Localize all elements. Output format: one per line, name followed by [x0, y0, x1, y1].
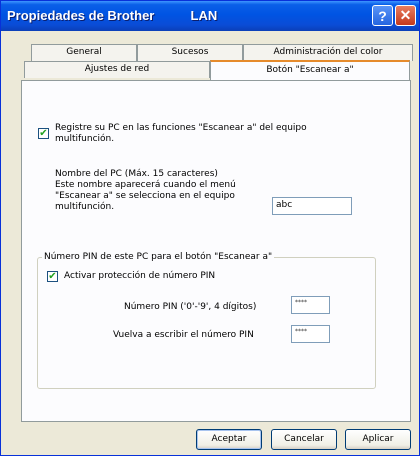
pin-repeat-label: Vuelva a escribir el número PIN	[113, 330, 254, 340]
help-button[interactable]: ?	[372, 5, 393, 26]
title-bar[interactable]: Propiedades de Brother LAN ? ✕	[1, 1, 419, 31]
apply-button[interactable]: Aplicar	[345, 429, 411, 450]
window-title: Propiedades de Brother LAN	[7, 8, 218, 23]
pc-name-label-line4: multifunción.	[55, 202, 115, 212]
pin-protection-label: Activar protección de número PIN	[64, 271, 216, 281]
tab-scan-to-button[interactable]: Botón "Escanear a"	[210, 60, 410, 80]
help-icon: ?	[378, 7, 387, 24]
tab-general[interactable]: General	[31, 44, 137, 61]
pc-name-label-line1: Nombre del PC (Máx. 15 caracteres)	[55, 169, 218, 179]
close-button[interactable]: ✕	[395, 5, 416, 26]
tab-sucesos[interactable]: Sucesos	[137, 44, 243, 61]
pin-protection-checkbox[interactable]: ✔	[47, 271, 58, 282]
close-icon: ✕	[399, 7, 412, 23]
pc-name-label-line3: "Escanear a" se selecciona en el equipo	[55, 191, 235, 201]
checkmark-icon: ✔	[39, 128, 48, 139]
dialog-client-area: General Sucesos Administración del color…	[4, 31, 417, 453]
pc-name-label-line2: Este nombre aparecerá cuando el menú	[55, 180, 236, 190]
tab-network-settings[interactable]: Ajustes de red	[24, 61, 210, 78]
tab-color-management[interactable]: Administración del color	[243, 44, 413, 61]
scan-to-tab-panel: ✔ Registre su PC en las funciones "Escan…	[21, 80, 411, 422]
register-pc-checkbox[interactable]: ✔	[38, 128, 49, 139]
pin-repeat-input[interactable]: ****	[291, 325, 330, 343]
ok-button[interactable]: Aceptar	[196, 429, 262, 450]
cancel-button[interactable]: Cancelar	[271, 429, 337, 450]
pin-groupbox: Número PIN de este PC para el botón "Esc…	[37, 252, 376, 389]
register-pc-label-line2: multifunción.	[55, 134, 115, 144]
pin-number-label: Número PIN ('0'-'9', 4 dígitos)	[124, 302, 257, 312]
pin-number-input[interactable]: ****	[291, 296, 330, 314]
pin-group-title: Número PIN de este PC para el botón "Esc…	[42, 252, 275, 262]
register-pc-label-line1: Registre su PC en las funciones "Escanea…	[55, 123, 307, 133]
properties-dialog: Propiedades de Brother LAN ? ✕ General S…	[0, 0, 420, 456]
pc-name-input[interactable]: abc	[272, 197, 352, 215]
checkmark-icon: ✔	[48, 271, 57, 282]
